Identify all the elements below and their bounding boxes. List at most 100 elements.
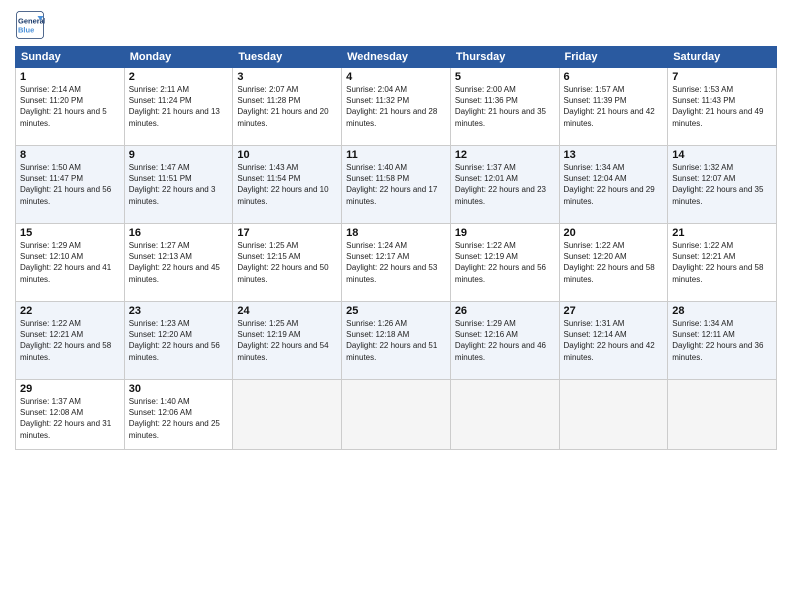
calendar-cell: 19 Sunrise: 1:22 AM Sunset: 12:19 AM Day… [450, 224, 559, 302]
calendar-cell: 5 Sunrise: 2:00 AM Sunset: 11:36 PM Dayl… [450, 68, 559, 146]
day-info: Sunrise: 1:24 AM Sunset: 12:17 AM Daylig… [346, 240, 446, 285]
day-number: 28 [672, 305, 772, 317]
day-info: Sunrise: 2:00 AM Sunset: 11:36 PM Daylig… [455, 84, 555, 129]
logo-icon: General Blue [15, 10, 45, 40]
calendar-day-header: Thursday [450, 47, 559, 68]
day-number: 13 [564, 149, 664, 161]
day-info: Sunrise: 1:32 AM Sunset: 12:07 AM Daylig… [672, 162, 772, 207]
logo: General Blue [15, 10, 49, 40]
day-number: 4 [346, 71, 446, 83]
day-info: Sunrise: 1:57 AM Sunset: 11:39 PM Daylig… [564, 84, 664, 129]
calendar-cell: 29 Sunrise: 1:37 AM Sunset: 12:08 AM Day… [16, 380, 125, 450]
calendar-cell: 9 Sunrise: 1:47 AM Sunset: 11:51 PM Dayl… [124, 146, 233, 224]
day-number: 11 [346, 149, 446, 161]
day-info: Sunrise: 1:31 AM Sunset: 12:14 AM Daylig… [564, 318, 664, 363]
calendar-cell: 14 Sunrise: 1:32 AM Sunset: 12:07 AM Day… [668, 146, 777, 224]
day-info: Sunrise: 1:37 AM Sunset: 12:01 AM Daylig… [455, 162, 555, 207]
calendar-cell: 12 Sunrise: 1:37 AM Sunset: 12:01 AM Day… [450, 146, 559, 224]
calendar-day-header: Wednesday [342, 47, 451, 68]
day-info: Sunrise: 1:50 AM Sunset: 11:47 PM Daylig… [20, 162, 120, 207]
calendar-cell: 16 Sunrise: 1:27 AM Sunset: 12:13 AM Day… [124, 224, 233, 302]
calendar-cell: 13 Sunrise: 1:34 AM Sunset: 12:04 AM Day… [559, 146, 668, 224]
calendar-cell: 4 Sunrise: 2:04 AM Sunset: 11:32 PM Dayl… [342, 68, 451, 146]
calendar-cell: 27 Sunrise: 1:31 AM Sunset: 12:14 AM Day… [559, 302, 668, 380]
day-number: 17 [237, 227, 337, 239]
calendar-day-header: Tuesday [233, 47, 342, 68]
day-number: 21 [672, 227, 772, 239]
calendar-cell [342, 380, 451, 450]
calendar-body: 1 Sunrise: 2:14 AM Sunset: 11:20 PM Dayl… [16, 68, 777, 450]
calendar-cell: 6 Sunrise: 1:57 AM Sunset: 11:39 PM Dayl… [559, 68, 668, 146]
day-number: 10 [237, 149, 337, 161]
calendar-cell: 8 Sunrise: 1:50 AM Sunset: 11:47 PM Dayl… [16, 146, 125, 224]
calendar-cell: 23 Sunrise: 1:23 AM Sunset: 12:20 AM Day… [124, 302, 233, 380]
calendar-cell: 11 Sunrise: 1:40 AM Sunset: 11:58 PM Day… [342, 146, 451, 224]
day-info: Sunrise: 2:11 AM Sunset: 11:24 PM Daylig… [129, 84, 229, 129]
svg-text:Blue: Blue [18, 26, 34, 35]
calendar-cell [668, 380, 777, 450]
calendar-cell: 24 Sunrise: 1:25 AM Sunset: 12:19 AM Day… [233, 302, 342, 380]
calendar-cell: 28 Sunrise: 1:34 AM Sunset: 12:11 AM Day… [668, 302, 777, 380]
day-info: Sunrise: 1:22 AM Sunset: 12:21 AM Daylig… [672, 240, 772, 285]
day-info: Sunrise: 1:23 AM Sunset: 12:20 AM Daylig… [129, 318, 229, 363]
day-info: Sunrise: 1:29 AM Sunset: 12:10 AM Daylig… [20, 240, 120, 285]
day-info: Sunrise: 1:34 AM Sunset: 12:04 AM Daylig… [564, 162, 664, 207]
calendar-cell: 26 Sunrise: 1:29 AM Sunset: 12:16 AM Day… [450, 302, 559, 380]
calendar-day-header: Friday [559, 47, 668, 68]
day-number: 12 [455, 149, 555, 161]
calendar-cell: 10 Sunrise: 1:43 AM Sunset: 11:54 PM Day… [233, 146, 342, 224]
day-number: 16 [129, 227, 229, 239]
calendar-cell: 15 Sunrise: 1:29 AM Sunset: 12:10 AM Day… [16, 224, 125, 302]
day-info: Sunrise: 1:22 AM Sunset: 12:19 AM Daylig… [455, 240, 555, 285]
day-number: 27 [564, 305, 664, 317]
calendar-cell: 17 Sunrise: 1:25 AM Sunset: 12:15 AM Day… [233, 224, 342, 302]
day-number: 5 [455, 71, 555, 83]
calendar-header-row: SundayMondayTuesdayWednesdayThursdayFrid… [16, 47, 777, 68]
calendar-cell: 22 Sunrise: 1:22 AM Sunset: 12:21 AM Day… [16, 302, 125, 380]
day-number: 23 [129, 305, 229, 317]
calendar-cell: 7 Sunrise: 1:53 AM Sunset: 11:43 PM Dayl… [668, 68, 777, 146]
day-number: 26 [455, 305, 555, 317]
calendar-cell: 21 Sunrise: 1:22 AM Sunset: 12:21 AM Day… [668, 224, 777, 302]
day-number: 2 [129, 71, 229, 83]
day-number: 6 [564, 71, 664, 83]
day-info: Sunrise: 2:07 AM Sunset: 11:28 PM Daylig… [237, 84, 337, 129]
day-number: 15 [20, 227, 120, 239]
calendar-table: SundayMondayTuesdayWednesdayThursdayFrid… [15, 46, 777, 450]
calendar-day-header: Monday [124, 47, 233, 68]
day-number: 30 [129, 383, 229, 395]
calendar-cell: 20 Sunrise: 1:22 AM Sunset: 12:20 AM Day… [559, 224, 668, 302]
calendar-day-header: Saturday [668, 47, 777, 68]
calendar-cell [233, 380, 342, 450]
calendar-cell: 1 Sunrise: 2:14 AM Sunset: 11:20 PM Dayl… [16, 68, 125, 146]
day-info: Sunrise: 1:40 AM Sunset: 11:58 PM Daylig… [346, 162, 446, 207]
day-info: Sunrise: 2:14 AM Sunset: 11:20 PM Daylig… [20, 84, 120, 129]
day-number: 18 [346, 227, 446, 239]
day-number: 3 [237, 71, 337, 83]
day-number: 25 [346, 305, 446, 317]
day-number: 29 [20, 383, 120, 395]
page: General Blue SundayMondayTuesdayWednesda… [0, 0, 792, 612]
calendar-cell: 25 Sunrise: 1:26 AM Sunset: 12:18 AM Day… [342, 302, 451, 380]
day-info: Sunrise: 1:25 AM Sunset: 12:19 AM Daylig… [237, 318, 337, 363]
day-info: Sunrise: 1:26 AM Sunset: 12:18 AM Daylig… [346, 318, 446, 363]
day-number: 7 [672, 71, 772, 83]
day-number: 20 [564, 227, 664, 239]
calendar-day-header: Sunday [16, 47, 125, 68]
day-info: Sunrise: 1:22 AM Sunset: 12:20 AM Daylig… [564, 240, 664, 285]
day-number: 24 [237, 305, 337, 317]
calendar-cell: 18 Sunrise: 1:24 AM Sunset: 12:17 AM Day… [342, 224, 451, 302]
day-number: 19 [455, 227, 555, 239]
day-info: Sunrise: 1:29 AM Sunset: 12:16 AM Daylig… [455, 318, 555, 363]
header: General Blue [15, 10, 777, 40]
calendar-cell: 3 Sunrise: 2:07 AM Sunset: 11:28 PM Dayl… [233, 68, 342, 146]
calendar-cell: 30 Sunrise: 1:40 AM Sunset: 12:06 AM Day… [124, 380, 233, 450]
day-info: Sunrise: 1:25 AM Sunset: 12:15 AM Daylig… [237, 240, 337, 285]
day-info: Sunrise: 1:40 AM Sunset: 12:06 AM Daylig… [129, 396, 229, 441]
day-info: Sunrise: 1:43 AM Sunset: 11:54 PM Daylig… [237, 162, 337, 207]
day-number: 22 [20, 305, 120, 317]
day-info: Sunrise: 2:04 AM Sunset: 11:32 PM Daylig… [346, 84, 446, 129]
day-info: Sunrise: 1:53 AM Sunset: 11:43 PM Daylig… [672, 84, 772, 129]
day-number: 14 [672, 149, 772, 161]
day-info: Sunrise: 1:34 AM Sunset: 12:11 AM Daylig… [672, 318, 772, 363]
